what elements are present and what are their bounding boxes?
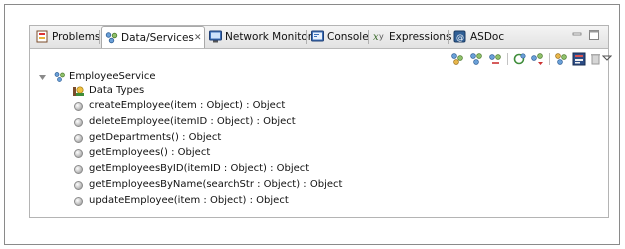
tab-divider — [368, 30, 369, 44]
configure-return-type-icon[interactable] — [530, 52, 545, 66]
tab-problems-label: Problems — [52, 31, 101, 43]
data-services-view: Problems Data/Services ✕ Network Monitor — [29, 25, 612, 218]
tab-divider — [99, 30, 100, 44]
operation-label: deleteEmployee(itemID : Object) : Object — [89, 116, 296, 127]
toolbar-divider — [549, 53, 550, 65]
operation-icon — [74, 149, 83, 158]
close-icon[interactable]: ✕ — [194, 28, 202, 48]
network-monitor-icon — [209, 30, 222, 43]
tab-console[interactable]: Console — [309, 27, 369, 47]
expand-arrow-icon[interactable] — [38, 73, 47, 82]
configure-service-icon[interactable] — [469, 52, 484, 66]
minimize-icon[interactable] — [571, 29, 583, 41]
maximize-icon[interactable] — [588, 29, 600, 41]
operation-icon — [74, 197, 83, 206]
generate-service-call-icon[interactable] — [488, 52, 503, 66]
view-tab-bar: Problems Data/Services ✕ Network Monitor — [30, 26, 608, 49]
tab-divider — [306, 30, 307, 44]
operation-label: getEmployeesByID(itemID : Object) : Obje… — [89, 163, 310, 174]
generate-form-icon[interactable] — [572, 52, 587, 66]
console-icon — [311, 30, 324, 42]
operation-label: getDepartments() : Object — [89, 132, 222, 143]
view-toolbar — [30, 48, 612, 70]
service-name: EmployeeService — [69, 71, 156, 82]
tab-network-monitor[interactable]: Network Monitor — [207, 27, 312, 47]
enable-data-management-icon[interactable] — [554, 52, 569, 66]
operation-label: getEmployeesByName(searchStr : Object) :… — [89, 179, 343, 190]
operation-icon — [74, 102, 83, 111]
tab-network-monitor-label: Network Monitor — [225, 31, 313, 43]
refresh-icon[interactable] — [512, 52, 527, 66]
tab-expressions[interactable]: x y Expressions — [371, 27, 451, 47]
tab-asdoc-label: ASDoc — [470, 31, 505, 43]
data-types-label: Data Types — [89, 85, 145, 96]
tab-divider — [448, 30, 449, 44]
operation-label: getEmployees() : Object — [89, 147, 211, 158]
toolbar-divider — [507, 53, 508, 65]
connect-to-data-icon[interactable] — [450, 52, 465, 66]
problems-icon — [36, 30, 48, 43]
operation-icon — [74, 165, 83, 174]
svg-text:@: @ — [456, 33, 464, 42]
expressions-icon: x y — [373, 32, 384, 43]
data-services-icon — [105, 32, 118, 44]
svg-text:y: y — [379, 32, 384, 41]
tab-console-label: Console — [327, 31, 369, 43]
tab-problems[interactable]: Problems — [34, 27, 101, 47]
tab-data-services-label: Data/Services — [121, 32, 194, 44]
operation-icon — [74, 134, 83, 143]
operation-label: createEmployee(item : Object) : Object — [89, 100, 286, 111]
tab-data-services[interactable]: Data/Services ✕ — [101, 26, 205, 48]
service-icon — [54, 72, 65, 82]
operation-label: updateEmployee(item : Object) : Object — [89, 195, 289, 206]
data-types-icon — [73, 86, 84, 96]
view-menu-icon[interactable] — [602, 52, 612, 66]
tab-asdoc[interactable]: @ ASDoc — [451, 27, 505, 47]
asdoc-icon: @ — [453, 30, 466, 43]
operation-icon — [74, 118, 83, 127]
operation-icon — [74, 181, 83, 190]
tab-expressions-label: Expressions — [389, 31, 452, 43]
